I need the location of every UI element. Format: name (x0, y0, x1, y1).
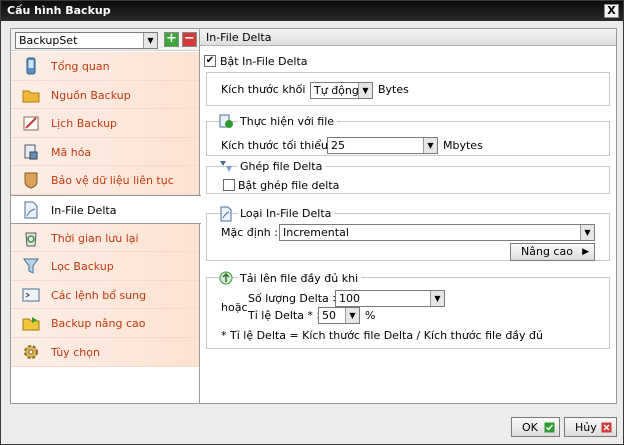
sidebar-item-label: Tùy chọn (51, 345, 100, 359)
sidebar-item-label: Lọc Backup (51, 260, 114, 274)
sidebar-item-advanced-backup[interactable]: Backup nâng cao (11, 309, 199, 338)
sidebar-item-label: Các lệnh bổ sung (51, 288, 147, 302)
or-label: hoặc (221, 301, 248, 314)
chevron-down-icon: ▼ (423, 138, 437, 153)
sidebar-item-extra-commands[interactable]: Các lệnh bổ sung (11, 280, 199, 310)
chevron-down-icon: ▼ (345, 308, 359, 323)
delta-type-value: Incremental (283, 226, 349, 239)
block-size-unit: Bytes (378, 83, 409, 96)
shield-icon (24, 172, 38, 189)
sidebar-item-label: Lịch Backup (51, 117, 118, 131)
delta-ratio-footnote: * Tỉ lệ Delta = Kích thước file Delta / … (221, 329, 544, 342)
sidebar-nav: Tổng quan Nguồn Backup Lịch Backup Mã hó… (11, 52, 201, 367)
delta-type-group: Mặc định : Incremental ▼ Nâng cao ▶ (206, 213, 610, 261)
sidebar-item-in-file-delta[interactable]: In-File Delta (11, 194, 201, 224)
backupset-select[interactable]: BackupSet ▼ (15, 32, 158, 49)
delta-ratio-value: 50 (322, 309, 336, 322)
delta-count-select[interactable]: 100 ▼ (335, 290, 445, 307)
sidebar-item-label: Mã hóa (51, 145, 92, 159)
sidebar-item-retention[interactable]: Thời gian lưu lại (11, 223, 199, 253)
sidebar-item-options[interactable]: Tùy chọn (11, 337, 199, 367)
sidebar-item-overview[interactable]: Tổng quan (11, 52, 199, 81)
ok-button-label: OK (522, 421, 538, 434)
sidebar: BackupSet ▼ + − Tổng quan Nguồn Backup L… (10, 28, 201, 404)
ok-button[interactable]: OK (511, 417, 560, 437)
advanced-button[interactable]: Nâng cao ▶ (510, 243, 595, 261)
file-group-title: Thực hiện với file (238, 115, 338, 128)
recycle-bin-icon (25, 232, 37, 247)
delta-ratio-label: Tỉ lệ Delta * > (248, 309, 326, 322)
sidebar-item-label: In-File Delta (51, 203, 117, 217)
block-size-group: Kích thước khối : Tự động ▼ Bytes (206, 72, 610, 106)
merge-icon (220, 161, 232, 172)
title-bar[interactable]: Cấu hình Backup X (1, 1, 623, 21)
document-icon (24, 201, 38, 219)
merge-delta-label: Bật ghép file delta (238, 179, 340, 192)
sidebar-item-continuous-protection[interactable]: Bảo vệ dữ liệu liên tục (11, 166, 199, 195)
delta-type-select[interactable]: Incremental ▼ (279, 224, 595, 241)
close-button[interactable]: X (604, 4, 619, 18)
command-icon (22, 288, 40, 302)
settings-panel: In-File Delta ✔ Bật In-File Delta Kích t… (200, 28, 617, 404)
block-size-select[interactable]: Tự động ▼ (310, 82, 373, 99)
page-title: In-File Delta (206, 31, 272, 44)
cancel-button-label: Hủy (575, 421, 597, 434)
merge-group-title: Ghép file Delta (238, 160, 326, 173)
advanced-folder-icon (22, 317, 40, 331)
folder-icon (22, 90, 40, 103)
chevron-down-icon: ▼ (143, 33, 157, 48)
sidebar-item-label: Nguồn Backup (51, 88, 131, 102)
delta-type-group-title: Loại In-File Delta (238, 207, 335, 220)
enable-in-file-delta-label: Bật In-File Delta (220, 55, 308, 68)
play-arrow-icon: ▶ (582, 247, 589, 257)
delta-count-label: Số lượng Delta > (248, 292, 342, 305)
file-process-icon (219, 114, 233, 128)
schedule-icon (23, 116, 39, 131)
block-size-value: Tự động (314, 84, 359, 97)
phone-icon (26, 57, 36, 75)
cancel-x-icon (601, 422, 612, 433)
gear-icon (24, 344, 38, 359)
sidebar-item-backup-schedule[interactable]: Lịch Backup (11, 109, 199, 138)
backupset-toolbar: BackupSet ▼ + − (11, 29, 199, 51)
sidebar-item-label: Bảo vệ dữ liệu liên tục (51, 174, 174, 188)
sidebar-item-encryption[interactable]: Mã hóa (11, 137, 199, 167)
checkmark-icon (544, 422, 555, 433)
delta-count-value: 100 (339, 292, 360, 305)
chevron-down-icon: ▼ (358, 83, 372, 98)
default-type-label: Mặc định : (221, 226, 278, 239)
backupset-select-value: BackupSet (19, 34, 78, 47)
advanced-button-label: Nâng cao (521, 245, 573, 258)
sidebar-item-backup-filter[interactable]: Lọc Backup (11, 252, 199, 281)
upload-icon (219, 271, 233, 285)
sidebar-item-label: Tổng quan (51, 60, 110, 73)
window-title: Cấu hình Backup (7, 4, 111, 17)
lock-icon (24, 144, 38, 160)
min-size-select[interactable]: 25 ▼ (327, 137, 438, 154)
min-size-value: 25 (331, 139, 345, 152)
backup-config-window: Cấu hình Backup X BackupSet ▼ + − Tổng q… (0, 0, 624, 445)
block-size-label: Kích thước khối : (221, 83, 313, 96)
remove-backupset-button[interactable]: − (182, 32, 197, 47)
min-size-label: Kích thước tối thiểu : (221, 139, 336, 152)
enable-in-file-delta-checkbox[interactable]: ✔ (204, 55, 216, 67)
cancel-button[interactable]: Hủy (564, 417, 617, 437)
delta-ratio-unit: % (365, 309, 376, 322)
upload-full-file-group: hoặc Số lượng Delta > 100 ▼ Tỉ lệ Delta … (206, 277, 610, 349)
delta-type-icon (220, 206, 232, 222)
min-size-unit: Mbytes (443, 139, 483, 152)
delta-ratio-select[interactable]: 50 ▼ (318, 307, 360, 324)
filter-icon (23, 258, 39, 274)
chevron-down-icon: ▼ (430, 291, 444, 306)
add-backupset-button[interactable]: + (164, 32, 179, 47)
section-header: In-File Delta (200, 29, 616, 46)
sidebar-item-label: Thời gian lưu lại (51, 231, 139, 245)
chevron-down-icon: ▼ (580, 225, 594, 240)
merge-delta-checkbox[interactable] (223, 179, 235, 191)
upload-group-title: Tải lên file đầy đủ khi (238, 272, 362, 285)
sidebar-item-backup-source[interactable]: Nguồn Backup (11, 80, 199, 110)
sidebar-item-label: Backup nâng cao (51, 317, 146, 331)
